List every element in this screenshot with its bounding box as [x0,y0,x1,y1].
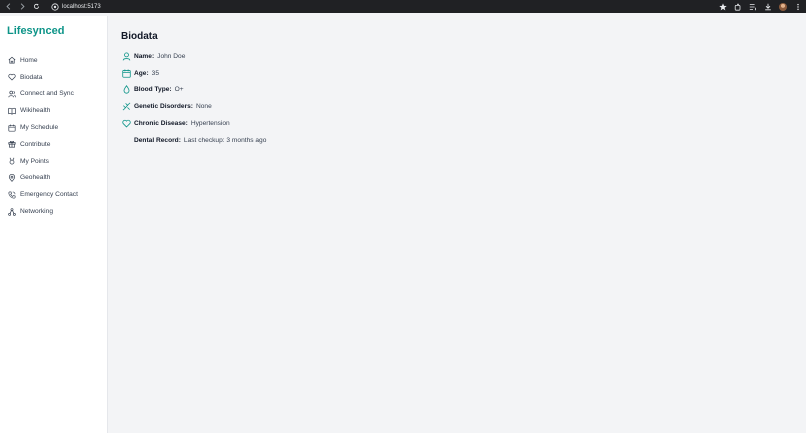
brand-logo[interactable]: Lifesynced [7,25,64,37]
biodata-row-age: Age: 35 [121,65,266,82]
biodata-row-blood-type: Blood Type: O+ [121,82,266,99]
sidebar-item-emergency-contact[interactable]: Emergency Contact [0,186,108,203]
back-icon[interactable] [3,1,14,12]
sidebar-item-connect-and-sync[interactable]: Connect and Sync [0,86,108,103]
field-label: Name: [134,52,155,60]
kebab-menu-icon[interactable] [794,3,802,11]
field-value: None [196,103,212,111]
biodata-row-genetic-disorders: Genetic Disorders: None [121,98,266,115]
phone-icon [7,190,16,199]
sidebar-item-label: Geohealth [20,174,51,182]
sidebar-item-label: Emergency Contact [20,191,78,199]
sidebar-item-label: My Points [20,157,49,165]
gift-icon [7,140,16,149]
medal-icon [7,157,16,166]
sidebar-item-label: Wikihealth [20,107,51,115]
extensions-icon[interactable] [734,3,742,11]
sidebar-item-geohealth[interactable]: Geohealth [0,170,108,187]
profile-avatar[interactable] [779,2,787,11]
biodata-row-dental-record: Dental Record: Last checkup: 3 months ag… [121,132,266,149]
sidebar-item-contribute[interactable]: Contribute [0,136,108,153]
biodata-row-name: Name: John Doe [121,48,266,65]
sidebar-item-label: Home [20,56,38,64]
heart-icon [121,119,131,129]
network-icon [7,207,16,216]
field-value: Hypertension [190,120,230,128]
home-icon [7,56,16,65]
browser-toolbar: localhost:5173 [0,0,806,13]
field-label: Chronic Disease: [134,120,188,128]
field-value: O+ [174,86,184,94]
sidebar-item-label: Networking [20,208,53,216]
sidebar-item-biodata[interactable]: Biodata [0,69,108,86]
sidebar-item-label: Biodata [20,73,43,81]
calendar-icon [7,123,16,132]
bookmark-star-icon[interactable] [719,2,727,11]
user-icon [121,51,131,61]
sidebar-item-label: Connect and Sync [20,90,74,98]
book-icon [7,106,16,115]
sidebar-item-my-points[interactable]: My Points [0,153,108,170]
sidebar: Lifesynced Home Biodata Connect and Sync… [0,16,108,433]
sidebar-item-label: My Schedule [20,124,59,132]
field-value: 35 [151,69,159,77]
address-bar[interactable]: localhost:5173 [62,4,101,10]
calendar-icon [121,68,131,78]
sidebar-item-wikihealth[interactable]: Wikihealth [0,102,108,119]
media-controls-icon[interactable] [749,3,757,11]
download-icon[interactable] [764,3,772,11]
sidebar-item-networking[interactable]: Networking [0,203,108,220]
biodata-list: Name: John Doe Age: 35 Blood Type: O+ Ge… [121,48,266,149]
sidebar-item-label: Contribute [20,140,51,148]
sidebar-item-home[interactable]: Home [0,52,108,69]
heart-icon [7,73,16,82]
biodata-row-chronic-disease: Chronic Disease: Hypertension [121,115,266,132]
field-label: Dental Record: [134,136,181,144]
field-value: Last checkup: 3 months ago [183,136,267,144]
users-icon [7,89,16,98]
sidebar-nav: Home Biodata Connect and Sync Wikihealth… [0,52,108,220]
field-label: Age: [134,69,149,77]
sidebar-item-my-schedule[interactable]: My Schedule [0,119,108,136]
droplet-icon [121,85,131,95]
page-title: Biodata [121,31,158,42]
map-pin-icon [7,173,16,182]
main-content: Biodata Name: John Doe Age: 35 Blood Typ… [109,16,806,433]
dna-icon [121,102,131,112]
field-label: Genetic Disorders: [134,103,193,111]
field-label: Blood Type: [134,86,172,94]
forward-icon[interactable] [17,1,28,12]
field-value: John Doe [157,52,186,60]
reload-icon[interactable] [31,1,42,12]
blank-icon-slot [121,135,131,145]
site-info-icon[interactable] [50,2,59,11]
